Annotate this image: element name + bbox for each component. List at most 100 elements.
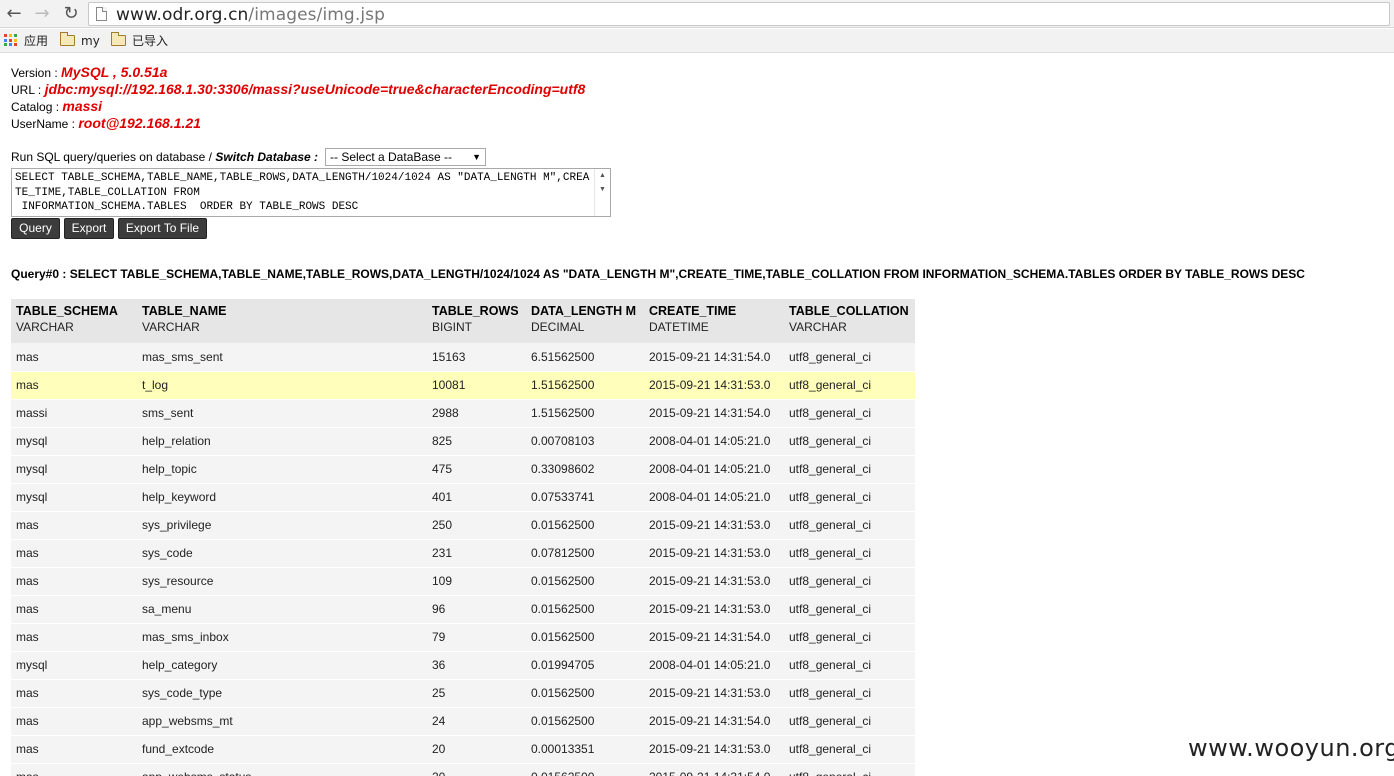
watermark: www.wooyun.org [1188,734,1394,762]
table-cell: mas [11,763,137,776]
table-row: mas fund_extcode 20 0.00013351 2015-09-21 14… [11,735,915,764]
sql-textarea[interactable]: SELECT TABLE_SCHEMA,TABLE_NAME,TABLE_ROW… [11,168,611,217]
table-cell: 0.00708103 [526,427,644,456]
address-bar[interactable]: www.odr.org.cn/images/img.jsp [88,2,1390,26]
back-arrow-icon[interactable]: ← [3,3,25,25]
column-name: DATA_LENGTH M [531,304,637,318]
table-cell: 475 [427,455,526,484]
table-row: mysql help_keyword 401 0.07533741 2008-04-01… [11,483,915,512]
table-cell: 0.01562500 [526,511,644,540]
table-cell: 20 [427,763,526,776]
table-cell: 2015-09-21 14:31:53.0 [644,539,784,568]
address-url[interactable]: www.odr.org.cn/images/img.jsp [116,5,385,25]
table-cell: 2015-09-21 14:31:54.0 [644,623,784,652]
column-header: DATA_LENGTH M DECIMAL [526,299,644,343]
table-cell: utf8_general_ci [784,595,915,624]
table-cell: utf8_general_ci [784,679,915,708]
connection-info: Version : MySQL , 5.0.51a URL : jdbc:mys… [11,64,585,132]
bookmark-apps[interactable]: 应用 [24,32,48,50]
table-cell: utf8_general_ci [784,455,915,484]
username-label: UserName : [11,117,79,131]
table-cell: 0.01562500 [526,567,644,596]
query-button[interactable]: Query [11,218,60,239]
table-cell: 825 [427,427,526,456]
switch-database-label: Switch Database : [215,150,319,164]
table-cell: 401 [427,483,526,512]
table-cell: sys_code_type [137,679,427,708]
table-body: mas mas_sms_sent 15163 6.51562500 2015-09-21… [11,343,915,776]
database-select[interactable]: -- Select a DataBase -- ▼ [325,148,486,166]
reload-icon[interactable]: ↻ [60,3,82,25]
bookmark-imported-label: 已导入 [132,34,169,48]
table-cell: sys_privilege [137,511,427,540]
table-cell: 2015-09-21 14:31:53.0 [644,371,784,400]
table-cell: 2008-04-01 14:05:21.0 [644,455,784,484]
table-cell: help_topic [137,455,427,484]
column-name: TABLE_SCHEMA [16,304,118,318]
scroll-down-icon[interactable]: ▼ [599,186,606,193]
table-cell: utf8_general_ci [784,763,915,776]
sql-scrollbar[interactable]: ▲ ▼ [594,169,610,216]
table-header-row: TABLE_SCHEMA VARCHAR TABLE_NAME VARCHAR TABL… [11,299,915,343]
page-icon [96,7,107,21]
table-cell: 24 [427,707,526,736]
table-cell: utf8_general_ci [784,427,915,456]
table-cell: 109 [427,567,526,596]
table-cell: utf8_general_ci [784,483,915,512]
table-cell: 2008-04-01 14:05:21.0 [644,651,784,680]
table-cell: mas [11,511,137,540]
table-cell: 25 [427,679,526,708]
folder-icon [60,32,75,46]
table-row: mas sa_menu 96 0.01562500 2015-09-21 14:31:5… [11,595,915,624]
catalog-value: massi [62,98,103,114]
table-row: mas t_log 10081 1.51562500 2015-09-21 14:31:… [11,371,915,400]
table-row: mas sys_code_type 25 0.01562500 2015-09-21 1… [11,679,915,708]
table-cell: 0.00013351 [526,735,644,764]
scroll-up-icon[interactable]: ▲ [599,172,606,179]
result-table: TABLE_SCHEMA VARCHAR TABLE_NAME VARCHAR TABL… [11,299,915,776]
table-cell: 0.01562500 [526,707,644,736]
table-row: mysql help_relation 825 0.00708103 2008-04-0… [11,427,915,456]
table-cell: mas_sms_sent [137,343,427,372]
table-cell: 2008-04-01 14:05:21.0 [644,483,784,512]
table-row: mas app_websms_mt 24 0.01562500 2015-09-21 1… [11,707,915,736]
forward-arrow-icon[interactable]: → [31,3,53,25]
run-sql-text: Run SQL query/queries on database / [11,150,216,164]
table-cell: 250 [427,511,526,540]
table-cell: 0.01562500 [526,623,644,652]
table-row: mas sys_code 231 0.07812500 2015-09-21 14:31… [11,539,915,568]
table-cell: mysql [11,651,137,680]
table-row: mas sys_resource 109 0.01562500 2015-09-21 1… [11,567,915,596]
column-type: VARCHAR [16,320,74,334]
table-cell: sys_code [137,539,427,568]
dropdown-arrow-icon: ▼ [472,152,481,162]
apps-grid-icon[interactable] [4,34,17,47]
column-header: TABLE_SCHEMA VARCHAR [11,299,137,343]
table-cell: 0.07533741 [526,483,644,512]
table-cell: 2015-09-21 14:31:54.0 [644,707,784,736]
table-cell: 0.01994705 [526,651,644,680]
database-select-value: -- Select a DataBase -- [330,150,453,164]
table-cell: 2015-09-21 14:31:54.0 [644,399,784,428]
table-cell: 2015-09-21 14:31:53.0 [644,595,784,624]
bookmark-imported[interactable]: 已导入 [111,32,168,50]
export-to-file-button[interactable]: Export To File [118,218,207,239]
table-cell: mas [11,707,137,736]
version-label: Version : [11,66,62,80]
column-type: VARCHAR [789,320,847,334]
table-cell: 0.33098602 [526,455,644,484]
table-cell: app_websms_status [137,763,427,776]
column-header: TABLE_ROWS BIGINT [427,299,526,343]
table-cell: 36 [427,651,526,680]
table-cell: 79 [427,623,526,652]
table-cell: app_websms_mt [137,707,427,736]
table-cell: utf8_general_ci [784,623,915,652]
export-button[interactable]: Export [64,218,114,239]
table-cell: mas [11,595,137,624]
table-cell: 0.01562500 [526,679,644,708]
table-cell: mysql [11,483,137,512]
catalog-row: Catalog : massi [11,98,585,115]
table-cell: 0.01562500 [526,595,644,624]
bookmark-my[interactable]: my [60,32,100,50]
table-cell: t_log [137,371,427,400]
